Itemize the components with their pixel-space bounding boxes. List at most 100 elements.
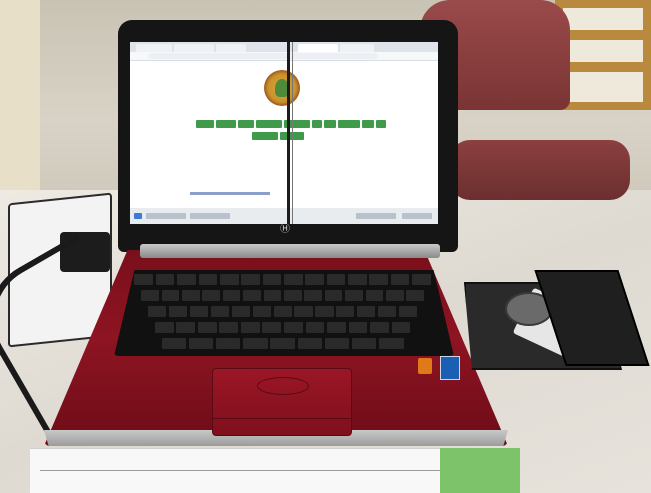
brand-sticker — [418, 358, 432, 374]
keyboard-key[interactable] — [148, 306, 167, 317]
keyboard-key[interactable] — [369, 274, 389, 285]
keyboard-key[interactable] — [240, 322, 260, 333]
nav-button[interactable] — [196, 120, 214, 128]
keyboard-key[interactable] — [294, 306, 313, 317]
keyboard-key[interactable] — [297, 338, 323, 349]
keyboard-key[interactable] — [189, 306, 209, 317]
screen-crack-line — [287, 42, 290, 224]
keyboard-key[interactable] — [370, 322, 389, 333]
windows-taskbar — [130, 208, 438, 224]
keyboard-key[interactable] — [219, 274, 239, 285]
keyboard-key[interactable] — [182, 290, 200, 301]
keyboard-key[interactable] — [210, 306, 229, 317]
keyboard-key[interactable] — [177, 274, 196, 285]
keyboard-key[interactable] — [134, 274, 154, 285]
clock[interactable] — [402, 213, 432, 219]
key-row — [114, 322, 454, 334]
keyboard-key[interactable] — [327, 322, 346, 333]
intel-sticker-icon — [440, 356, 460, 380]
keyboard-key[interactable] — [357, 306, 376, 317]
laptop-hinge — [140, 244, 440, 258]
keyboard-key[interactable] — [352, 338, 377, 349]
nav-button[interactable] — [252, 132, 278, 140]
keyboard-key[interactable] — [154, 322, 174, 333]
keyboard-key[interactable] — [379, 338, 404, 349]
keyboard-key[interactable] — [252, 306, 271, 317]
nav-button[interactable] — [312, 120, 322, 128]
keyboard-key[interactable] — [284, 322, 303, 333]
keyboard-key[interactable] — [365, 290, 384, 301]
nav-button[interactable] — [238, 120, 254, 128]
keyboard-key[interactable] — [324, 290, 343, 301]
site-nav-row — [130, 120, 438, 130]
keyboard-key[interactable] — [326, 274, 346, 285]
keyboard-key[interactable] — [273, 306, 292, 317]
keyboard-key[interactable] — [243, 290, 261, 301]
keyboard-key[interactable] — [270, 338, 295, 349]
nav-button[interactable] — [324, 120, 336, 128]
keyboard-key[interactable] — [305, 274, 324, 285]
system-tray[interactable] — [356, 213, 396, 219]
browser-tab[interactable] — [216, 44, 246, 52]
keyboard-key[interactable] — [161, 290, 180, 301]
keyboard-key[interactable] — [412, 274, 431, 285]
browser-tab[interactable] — [174, 44, 214, 52]
nav-button[interactable] — [376, 120, 386, 128]
keyboard-key[interactable] — [243, 338, 268, 349]
keyboard-key[interactable] — [168, 306, 188, 317]
taskbar-window[interactable] — [190, 213, 230, 219]
keyboard-key[interactable] — [304, 290, 323, 301]
keyboard-key[interactable] — [176, 322, 196, 333]
keyboard-key[interactable] — [262, 322, 282, 333]
screen-crack-line — [292, 42, 293, 224]
browser-tab-active[interactable] — [298, 44, 338, 52]
keyboard-key[interactable] — [378, 306, 397, 317]
keyboard-key[interactable] — [324, 338, 350, 349]
keyboard-key[interactable] — [141, 290, 159, 301]
start-icon[interactable] — [134, 213, 142, 219]
keyboard-key[interactable] — [231, 306, 250, 317]
keyboard-key[interactable] — [219, 322, 239, 333]
nav-button[interactable] — [362, 120, 374, 128]
keyboard-key[interactable] — [222, 290, 241, 301]
url-field[interactable] — [148, 53, 378, 59]
keyboard-key[interactable] — [406, 290, 425, 301]
paper-ruled-line — [40, 470, 440, 471]
touchpad[interactable] — [212, 368, 352, 436]
keyboard-key[interactable] — [197, 322, 217, 333]
keyboard-key[interactable] — [216, 338, 241, 349]
keyboard-key[interactable] — [305, 322, 325, 333]
keyboard-key[interactable] — [284, 274, 303, 285]
key-row — [114, 290, 454, 302]
touchpad-buttons[interactable] — [213, 418, 351, 435]
keyboard-key[interactable] — [348, 322, 368, 333]
page-footer-text — [190, 192, 270, 195]
nav-button[interactable] — [338, 120, 360, 128]
keyboard-key[interactable] — [155, 274, 175, 285]
keyboard-key[interactable] — [263, 290, 282, 301]
keyboard-key[interactable] — [399, 306, 418, 317]
keyboard-key[interactable] — [188, 338, 214, 349]
keyboard-key[interactable] — [386, 290, 404, 301]
keyboard-key[interactable] — [198, 274, 218, 285]
keyboard-key[interactable] — [284, 290, 302, 301]
keyboard-key[interactable] — [241, 274, 260, 285]
keyboard-key[interactable] — [336, 306, 355, 317]
keyboard-key[interactable] — [315, 306, 334, 317]
keyboard-key[interactable] — [202, 290, 221, 301]
keyboard-key[interactable] — [161, 338, 187, 349]
hp-logo-icon: Ⓗ — [280, 224, 290, 235]
browser-tab[interactable] — [340, 44, 374, 52]
keyboard-key[interactable] — [262, 274, 282, 285]
keyboard[interactable] — [114, 270, 454, 356]
key-row — [114, 338, 454, 350]
taskbar-window[interactable] — [146, 213, 186, 219]
keyboard-key[interactable] — [390, 274, 410, 285]
keyboard-key[interactable] — [391, 322, 411, 333]
browser-address-bar — [130, 52, 438, 61]
nav-button[interactable] — [216, 120, 236, 128]
nav-button[interactable] — [256, 120, 282, 128]
browser-tab[interactable] — [136, 44, 172, 52]
keyboard-key[interactable] — [348, 274, 367, 285]
keyboard-key[interactable] — [345, 290, 363, 301]
